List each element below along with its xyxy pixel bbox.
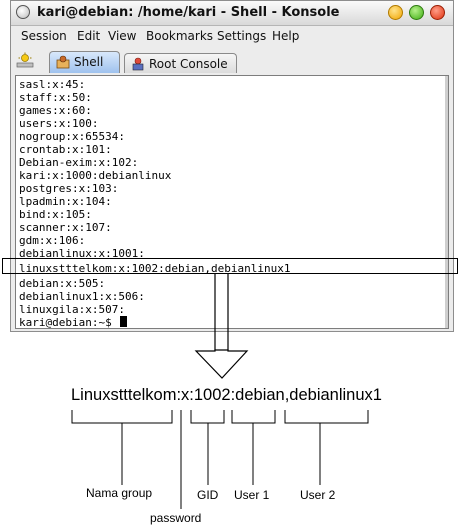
terminal-line: scanner:x:107: [19,221,112,234]
terminal-prompt-line: kari@debian:~$ [19,316,128,329]
terminal-line: postgres:x:103: [19,182,119,195]
label-user2: User 2 [300,488,336,502]
terminal-line: Debian-exim:x:102: [19,156,139,169]
label-password: password [150,511,202,525]
tab-shell-label: Shell [74,55,104,69]
bracket-user1 [231,410,276,424]
bracket-group-name [71,410,173,424]
terminal-line: debian:x:505: [19,277,106,290]
label-user1: User 1 [234,488,270,502]
menu-session[interactable]: Session [21,29,67,43]
title-bar[interactable]: kari@debian: /home/kari - Shell - Konsol… [11,1,453,26]
menu-settings[interactable]: Settings [217,29,266,43]
menu-bookmarks[interactable]: Bookmarks [146,29,213,43]
label-group-name: Nama group [86,486,153,500]
maximize-button[interactable] [409,5,424,20]
label-gid: GID [197,488,219,502]
terminal-line: kari:x:1000:debianlinux [19,169,172,182]
terminal-line: nogroup:x:65534: [19,130,125,143]
root-console-icon [132,57,144,71]
new-session-icon[interactable] [16,52,34,68]
terminal-line: staff:x:50: [19,91,92,104]
text-cursor [120,316,128,327]
scrollbar[interactable] [445,76,448,328]
menu-view[interactable]: View [108,29,136,43]
tab-root-console[interactable]: Root Console [124,53,237,73]
annotated-line: Linuxstttelkom:x:1002:debian,debianlinux… [71,386,382,404]
terminal-line: bind:x:105: [19,208,92,221]
close-button[interactable] [430,5,445,20]
window-menu-icon[interactable] [16,5,30,19]
terminal-prompt: kari@debian:~$ [19,316,112,329]
terminal-line: users:x:100: [19,117,99,130]
tab-root-console-label: Root Console [149,57,228,71]
terminal-line: crontab:x:101: [19,143,112,156]
terminal-output[interactable]: sasl:x:45: staff:x:50: games:x:60: users… [15,75,449,329]
konsole-window: kari@debian: /home/kari - Shell - Konsol… [10,0,454,332]
menu-help[interactable]: Help [272,29,299,43]
bracket-gid [190,410,225,424]
terminal-line: linuxgila:x:507: [19,303,125,316]
tab-shell[interactable]: Shell [49,51,120,73]
bracket-user2 [284,410,369,424]
shell-icon [56,55,70,69]
highlight-box [2,258,458,274]
menu-edit[interactable]: Edit [77,29,100,43]
menu-bar: Session Edit View Bookmarks Settings Hel… [11,26,453,47]
terminal-line: gdm:x:106: [19,234,86,247]
terminal-line: games:x:60: [19,104,92,117]
terminal-line: debianlinux1:x:506: [19,290,145,303]
minimize-button[interactable] [388,5,403,20]
tab-bar: Shell Root Console [11,47,453,74]
window-title: kari@debian: /home/kari - Shell - Konsol… [37,5,340,20]
terminal-line: lpadmin:x:104: [19,195,112,208]
terminal-line: sasl:x:45: [19,78,86,91]
